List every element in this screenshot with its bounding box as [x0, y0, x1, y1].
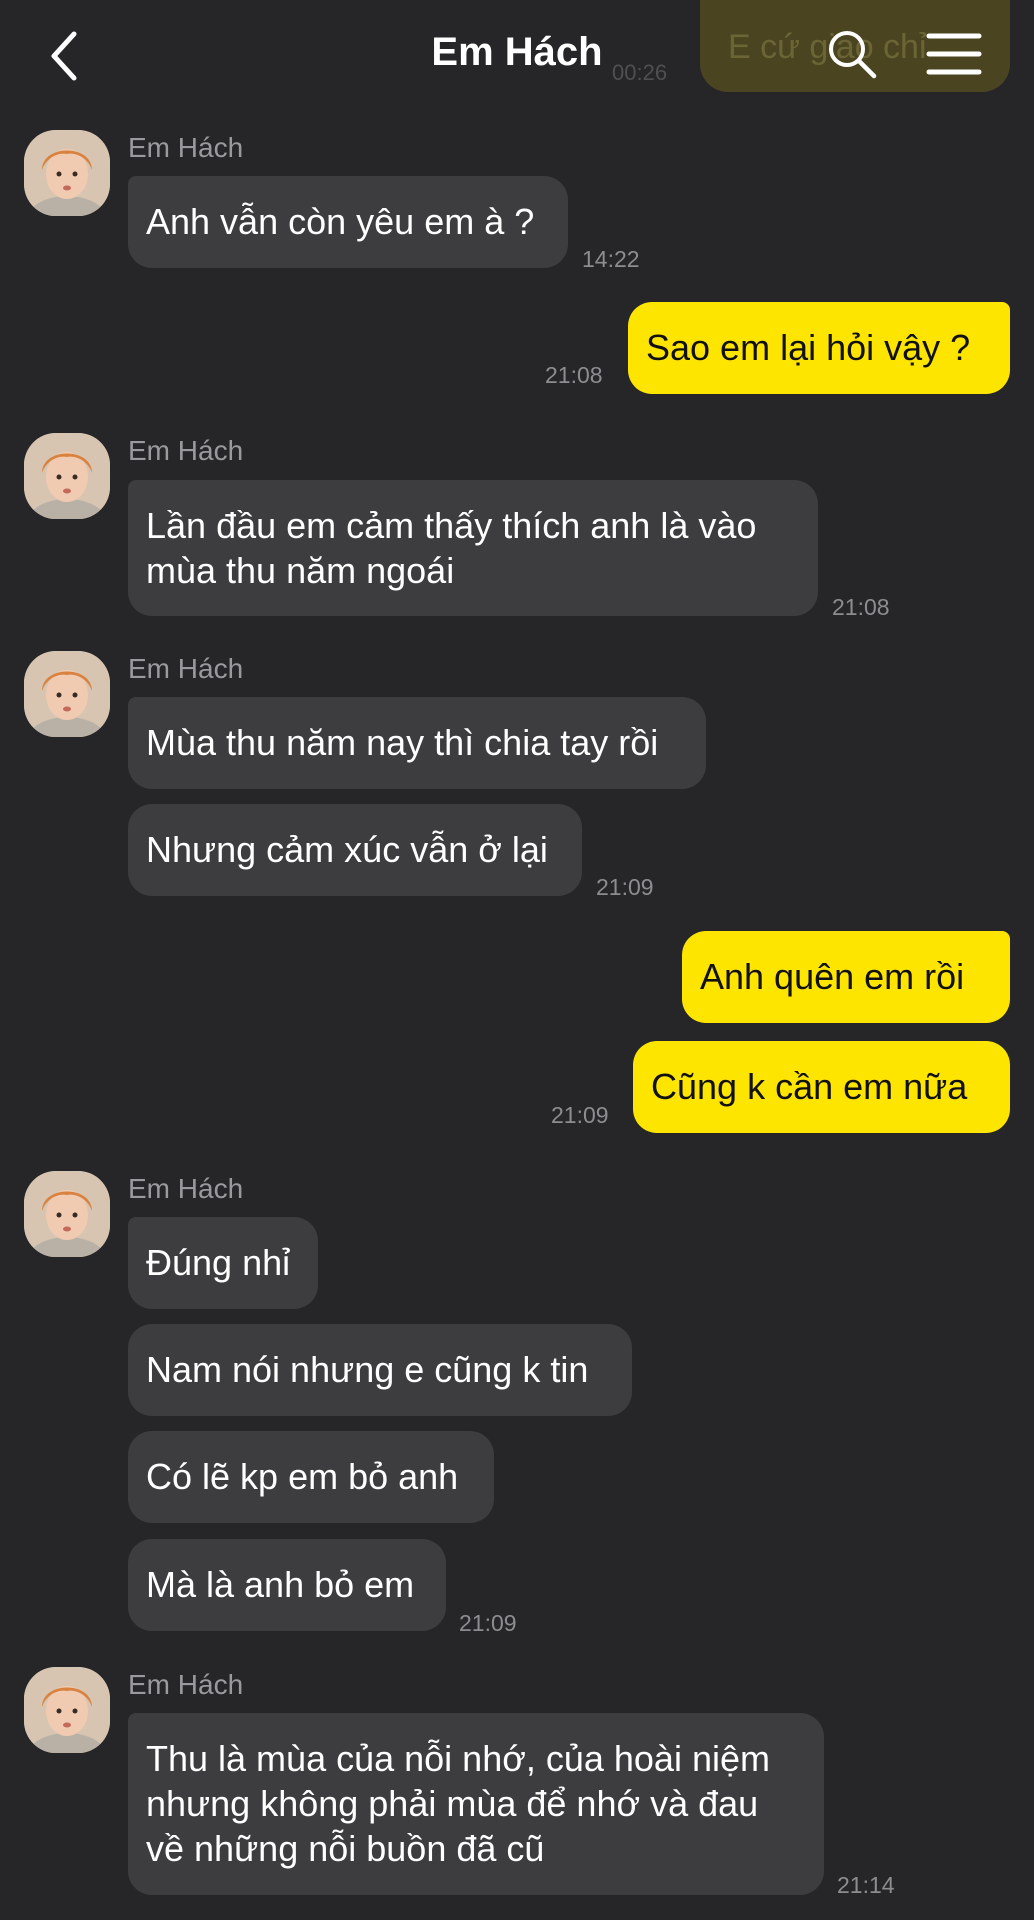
avatar[interactable] — [24, 130, 110, 216]
sender-name: Em Hách — [128, 1173, 244, 1204]
chat-header: E cứ giao chỉ 00:26 Em Hách — [0, 0, 1034, 110]
message-bubble[interactable]: Nam nói nhưng e cũng k tin — [128, 1324, 632, 1416]
sender-name: Em Hách — [128, 653, 244, 684]
message-bubble[interactable]: Anh vẫn còn yêu em à ? — [128, 176, 568, 268]
message-time: 21:09 — [459, 1610, 517, 1636]
message-time: 21:08 — [545, 362, 603, 388]
message-bubble[interactable]: Có lẽ kp em bỏ anh — [128, 1431, 494, 1523]
message-bubble[interactable]: Nhưng cảm xúc vẫn ở lại — [128, 804, 582, 896]
avatar[interactable] — [24, 651, 110, 737]
avatar[interactable] — [24, 1667, 110, 1753]
menu-icon[interactable] — [925, 30, 983, 78]
message-bubble[interactable]: Cũng k cần em nữa — [633, 1041, 1010, 1133]
message-bubble[interactable]: Mùa thu năm nay thì chia tay rồi — [128, 697, 706, 789]
message-time: 21:08 — [832, 594, 890, 620]
message-bubble[interactable]: Đúng nhỉ — [128, 1217, 318, 1309]
avatar[interactable] — [24, 433, 110, 519]
message-time: 21:09 — [551, 1102, 609, 1128]
sender-name: Em Hách — [128, 1669, 244, 1700]
sender-name: Em Hách — [128, 132, 244, 163]
message-bubble[interactable]: Mà là anh bỏ em — [128, 1539, 446, 1631]
message-time: 21:14 — [837, 1872, 895, 1898]
sender-name: Em Hách — [128, 435, 244, 466]
message-time: 21:09 — [596, 874, 654, 900]
message-time: 14:22 — [582, 246, 640, 272]
chat-title: Em Hách — [431, 30, 603, 74]
message-bubble[interactable]: Anh quên em rồi — [682, 931, 1010, 1023]
search-icon[interactable] — [826, 28, 878, 80]
message-bubble[interactable]: Thu là mùa của nỗi nhớ, của hoài niệm nh… — [128, 1713, 824, 1895]
avatar[interactable] — [24, 1171, 110, 1257]
message-bubble[interactable]: Lần đầu em cảm thấy thích anh là vào mùa… — [128, 480, 818, 616]
back-arrow-icon[interactable] — [40, 26, 90, 86]
message-bubble[interactable]: Sao em lại hỏi vậy ? — [628, 302, 1010, 394]
